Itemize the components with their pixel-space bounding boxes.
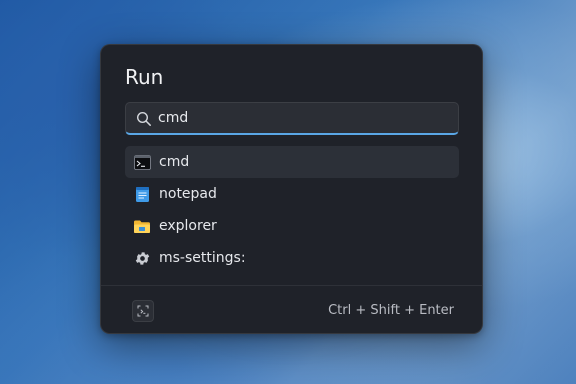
search-input[interactable] xyxy=(158,108,448,128)
result-item-explorer[interactable]: explorer xyxy=(125,210,459,242)
result-item-cmd[interactable]: cmd xyxy=(125,146,459,178)
run-dialog: Run cmd cmd notepad explorer ms-settings… xyxy=(100,44,483,334)
notepad-icon xyxy=(133,185,151,203)
run-as-admin-button[interactable] xyxy=(132,300,154,322)
results-list: cmd notepad explorer ms-settings: xyxy=(125,146,459,274)
footer-divider xyxy=(101,285,482,286)
result-label: ms-settings: xyxy=(159,250,246,266)
result-item-ms-settings[interactable]: ms-settings: xyxy=(125,242,459,274)
search-box[interactable] xyxy=(125,102,459,135)
result-label: cmd xyxy=(159,154,190,170)
run-as-admin-icon xyxy=(137,305,149,317)
dialog-title: Run xyxy=(125,65,164,89)
search-icon xyxy=(136,111,151,126)
terminal-icon xyxy=(133,153,151,171)
shortcut-hint: Ctrl + Shift + Enter xyxy=(328,303,454,318)
result-label: explorer xyxy=(159,218,217,234)
folder-icon xyxy=(133,217,151,235)
result-item-notepad[interactable]: notepad xyxy=(125,178,459,210)
result-label: notepad xyxy=(159,186,217,202)
gear-icon xyxy=(133,249,151,267)
